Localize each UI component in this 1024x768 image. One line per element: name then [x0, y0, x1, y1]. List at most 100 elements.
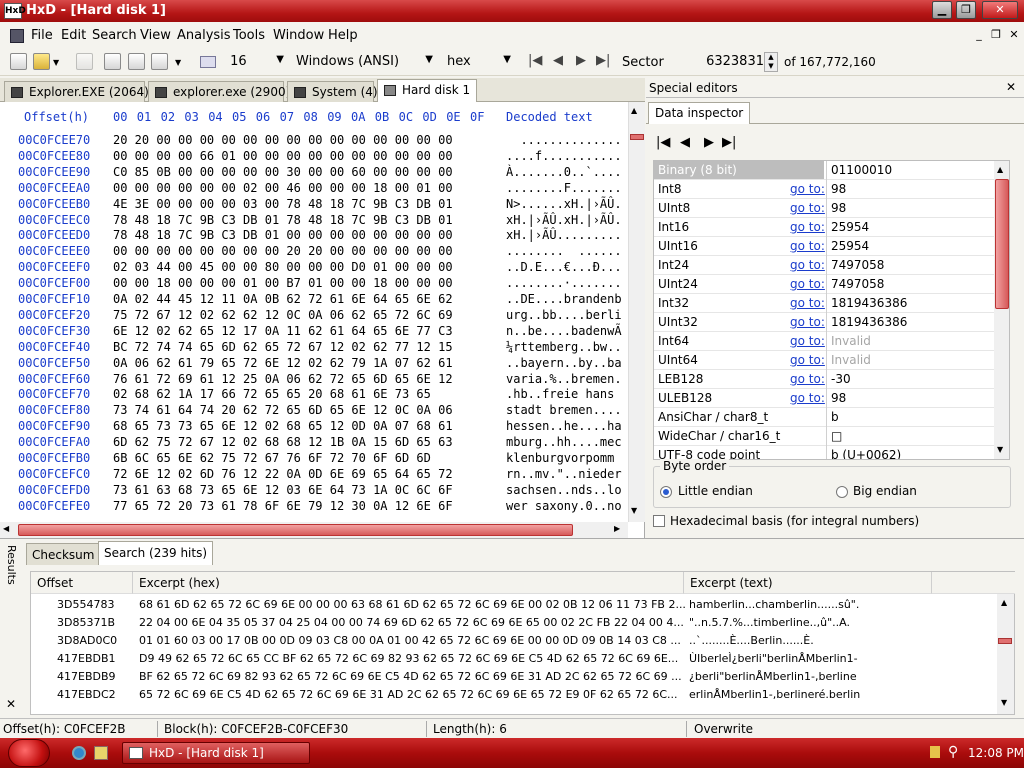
- inspector-row[interactable]: UInt64 go to: Invalid: [654, 351, 994, 370]
- hex-row[interactable]: 00C0FCEEE0 00 00 00 00 00 00 00 00 20 20 …: [0, 244, 628, 260]
- search-result-row[interactable]: 417EBDB1 D9 49 62 65 72 6C 65 CC BF 62 65…: [31, 650, 999, 668]
- tab-system[interactable]: System (4): [287, 81, 378, 102]
- scroll-down-icon[interactable]: ▼: [997, 445, 1003, 454]
- inspector-row[interactable]: WideChar / char16_t □: [654, 427, 994, 446]
- goto-link[interactable]: go to:: [790, 315, 825, 329]
- hex-row[interactable]: 00C0FCEF70 02 68 62 1A 17 66 72 65 65 20 …: [0, 387, 628, 403]
- big-endian-radio[interactable]: [836, 486, 848, 498]
- inspector-row[interactable]: ULEB128 go to: 98: [654, 389, 994, 408]
- hex-row[interactable]: 00C0FCEED0 78 48 18 7C 9B C3 DB 01 00 00 …: [0, 228, 628, 244]
- tab-data-inspector[interactable]: Data inspector: [648, 102, 751, 124]
- inspector-value[interactable]: 98: [826, 180, 994, 199]
- menu-file[interactable]: File: [31, 28, 53, 43]
- goto-link[interactable]: go to:: [790, 372, 825, 386]
- row-hex-bytes[interactable]: 68 65 73 73 65 6E 12 02 68 65 12 0D 0A 0…: [113, 419, 453, 433]
- offset-base-select[interactable]: hex ▼: [443, 51, 515, 73]
- menu-analysis[interactable]: Analysis: [177, 28, 231, 43]
- goto-link[interactable]: go to:: [790, 334, 825, 348]
- search-result-row[interactable]: 3D85371B 22 04 00 6E 04 35 05 37 04 25 04…: [31, 614, 999, 632]
- row-hex-bytes[interactable]: 6D 62 75 72 67 12 02 68 68 12 1B 0A 15 6…: [113, 435, 453, 449]
- goto-link[interactable]: go to:: [790, 391, 825, 405]
- hex-row[interactable]: 00C0FCEEA0 00 00 00 00 00 00 02 00 46 00 …: [0, 181, 628, 197]
- row-decoded-text[interactable]: varia.%..bremen.: [506, 372, 622, 386]
- hex-hscroll-thumb[interactable]: [18, 524, 573, 536]
- row-hex-bytes[interactable]: BC 72 74 74 65 6D 62 65 72 67 12 02 62 7…: [113, 340, 453, 354]
- inspector-value[interactable]: 25954: [826, 237, 994, 256]
- sector-input[interactable]: 6323831: [672, 52, 764, 72]
- row-decoded-text[interactable]: À.......0..`....: [506, 165, 622, 179]
- minimize-button[interactable]: ▁: [932, 1, 952, 19]
- row-decoded-text[interactable]: sachsen..nds..lo: [506, 483, 622, 497]
- row-hex-bytes[interactable]: 78 48 18 7C 9B C3 DB 01 00 00 00 00 00 0…: [113, 228, 453, 242]
- hex-row[interactable]: 00C0FCEF30 6E 12 02 62 65 12 17 0A 11 62 …: [0, 324, 628, 340]
- row-hex-bytes[interactable]: 6B 6C 65 6E 62 75 72 67 76 6F 72 70 6F 6…: [113, 451, 431, 465]
- row-decoded-text[interactable]: ........ ......: [506, 244, 622, 258]
- little-endian-radio[interactable]: [660, 486, 672, 498]
- row-decoded-text[interactable]: stadt bremen....: [506, 403, 622, 417]
- menu-help[interactable]: Help: [328, 28, 358, 43]
- sector-spinner[interactable]: ▲ ▼: [764, 52, 778, 72]
- inspector-value[interactable]: 98: [826, 389, 994, 408]
- row-hex-bytes[interactable]: 20 20 00 00 00 00 00 00 00 00 00 00 00 0…: [113, 133, 453, 147]
- browser-icon[interactable]: [72, 746, 86, 760]
- inspector-value[interactable]: 1819436386: [826, 313, 994, 332]
- inspector-row[interactable]: Int8 go to: 98: [654, 180, 994, 199]
- save-icon[interactable]: [76, 53, 93, 70]
- hex-row[interactable]: 00C0FCEF90 68 65 73 73 65 6E 12 02 68 65 …: [0, 419, 628, 435]
- chevron-down-icon[interactable]: ▼: [53, 58, 59, 67]
- tab-hard-disk-1[interactable]: Hard disk 1: [377, 79, 477, 102]
- row-hex-bytes[interactable]: 00 00 00 00 66 01 00 00 00 00 00 00 00 0…: [113, 149, 453, 163]
- row-hex-bytes[interactable]: 73 74 61 64 74 20 62 72 65 6D 65 6E 12 0…: [113, 403, 453, 417]
- big-endian-label[interactable]: Big endian: [853, 484, 917, 498]
- open-folder-icon[interactable]: [33, 53, 50, 70]
- row-hex-bytes[interactable]: 6E 12 02 62 65 12 17 0A 11 62 61 64 65 6…: [113, 324, 453, 338]
- inspector-value[interactable]: 25954: [826, 218, 994, 237]
- last-sector-icon[interactable]: ▶|: [596, 53, 610, 68]
- menu-search[interactable]: Search: [92, 28, 137, 43]
- search-result-row[interactable]: 3D554783 68 61 6D 62 65 72 6C 69 6E 00 00…: [31, 596, 999, 614]
- cut-icon[interactable]: [104, 53, 121, 70]
- inspector-value[interactable]: -30: [826, 370, 994, 389]
- hex-row[interactable]: 00C0FCEFD0 73 61 63 68 73 65 6E 12 03 6E …: [0, 483, 628, 499]
- little-endian-label[interactable]: Little endian: [678, 484, 753, 498]
- scroll-left-icon[interactable]: ◀: [3, 524, 9, 533]
- first-icon[interactable]: |◀: [656, 135, 670, 150]
- previous-icon[interactable]: ◀: [680, 135, 690, 150]
- row-decoded-text[interactable]: .hb..freie hans: [506, 387, 614, 401]
- row-decoded-text[interactable]: n..be....badenwÃ: [506, 324, 622, 338]
- inspector-row[interactable]: AnsiChar / char8_t b: [654, 408, 994, 427]
- scroll-right-icon[interactable]: ▶: [614, 524, 620, 533]
- row-decoded-text[interactable]: urg..bb....berli: [506, 308, 622, 322]
- inspector-row[interactable]: UInt32 go to: 1819436386: [654, 313, 994, 332]
- row-hex-bytes[interactable]: 75 72 67 12 02 62 62 12 0C 0A 06 62 65 7…: [113, 308, 453, 322]
- taskbar-item-hxd[interactable]: HxD - [Hard disk 1]: [122, 742, 310, 764]
- row-hex-bytes[interactable]: 78 48 18 7C 9B C3 DB 01 78 48 18 7C 9B C…: [113, 213, 453, 227]
- inspector-row[interactable]: UInt16 go to: 25954: [654, 237, 994, 256]
- search-result-row[interactable]: 3D8AD0C0 01 01 60 03 00 17 0B 00 0D 09 03…: [31, 632, 999, 650]
- menu-view[interactable]: View: [140, 28, 171, 43]
- hex-row[interactable]: 00C0FCEFA0 6D 62 75 72 67 12 02 68 68 12 …: [0, 435, 628, 451]
- inspector-value[interactable]: 7497058: [826, 275, 994, 294]
- inspector-value[interactable]: Invalid: [826, 332, 994, 351]
- row-decoded-text[interactable]: ....f...........: [506, 149, 622, 163]
- chevron-down-icon[interactable]: ▼: [175, 58, 181, 67]
- hex-row[interactable]: 00C0FCEEC0 78 48 18 7C 9B C3 DB 01 78 48 …: [0, 213, 628, 229]
- next-icon[interactable]: ▶: [704, 135, 714, 150]
- hex-row[interactable]: 00C0FCEF20 75 72 67 12 02 62 62 12 0C 0A …: [0, 308, 628, 324]
- offset-column-header[interactable]: Offset: [31, 572, 133, 594]
- inspector-row[interactable]: LEB128 go to: -30: [654, 370, 994, 389]
- goto-link[interactable]: go to:: [790, 220, 825, 234]
- mdi-close-button[interactable]: ✕: [1007, 28, 1021, 41]
- goto-link[interactable]: go to:: [790, 182, 825, 196]
- hex-editor[interactable]: Offset(h) 00 01 02 03 04 05 06 07 08 09 0A 0B 0C 0D 0E…: [0, 102, 645, 538]
- row-hex-bytes[interactable]: 02 68 62 1A 17 66 72 65 65 20 68 61 6E 7…: [113, 387, 431, 401]
- menu-window[interactable]: Window: [273, 28, 324, 43]
- row-hex-bytes[interactable]: 4E 3E 00 00 00 00 03 00 78 48 18 7C 9B C…: [113, 197, 453, 211]
- bytes-per-row-select[interactable]: 16 ▼: [196, 51, 288, 73]
- mdi-restore-button[interactable]: ❐: [989, 28, 1003, 41]
- inspector-row[interactable]: Int64 go to: Invalid: [654, 332, 994, 351]
- row-hex-bytes[interactable]: 00 00 00 00 00 00 00 00 20 20 00 00 00 0…: [113, 244, 453, 258]
- search-result-row[interactable]: 417EBDC2 65 72 6C 69 6E C5 4D 62 65 72 6C…: [31, 686, 999, 704]
- inspector-value[interactable]: □: [826, 427, 994, 446]
- hex-row[interactable]: 00C0FCEFB0 6B 6C 65 6E 62 75 72 67 76 6F …: [0, 451, 628, 467]
